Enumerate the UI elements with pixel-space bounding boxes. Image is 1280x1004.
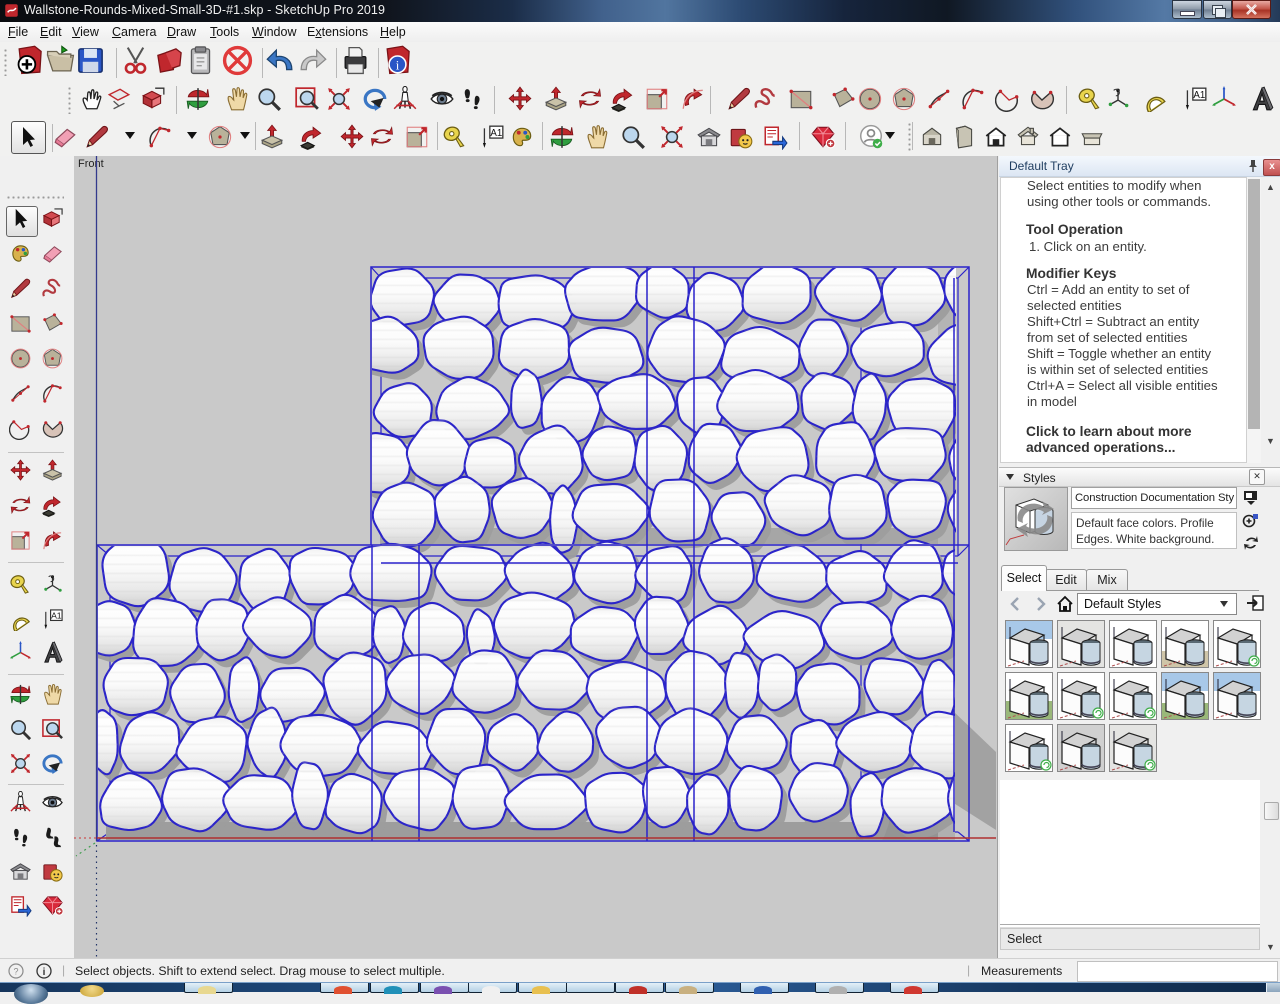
svg-text:A1: A1 bbox=[490, 128, 502, 139]
svg-text:i: i bbox=[43, 967, 46, 978]
svg-text:A1: A1 bbox=[51, 611, 62, 621]
svg-text:Front: Front bbox=[78, 158, 104, 170]
svg-text:A1: A1 bbox=[1193, 90, 1205, 101]
svg-text:?: ? bbox=[13, 967, 18, 977]
svg-text:i: i bbox=[396, 58, 400, 73]
